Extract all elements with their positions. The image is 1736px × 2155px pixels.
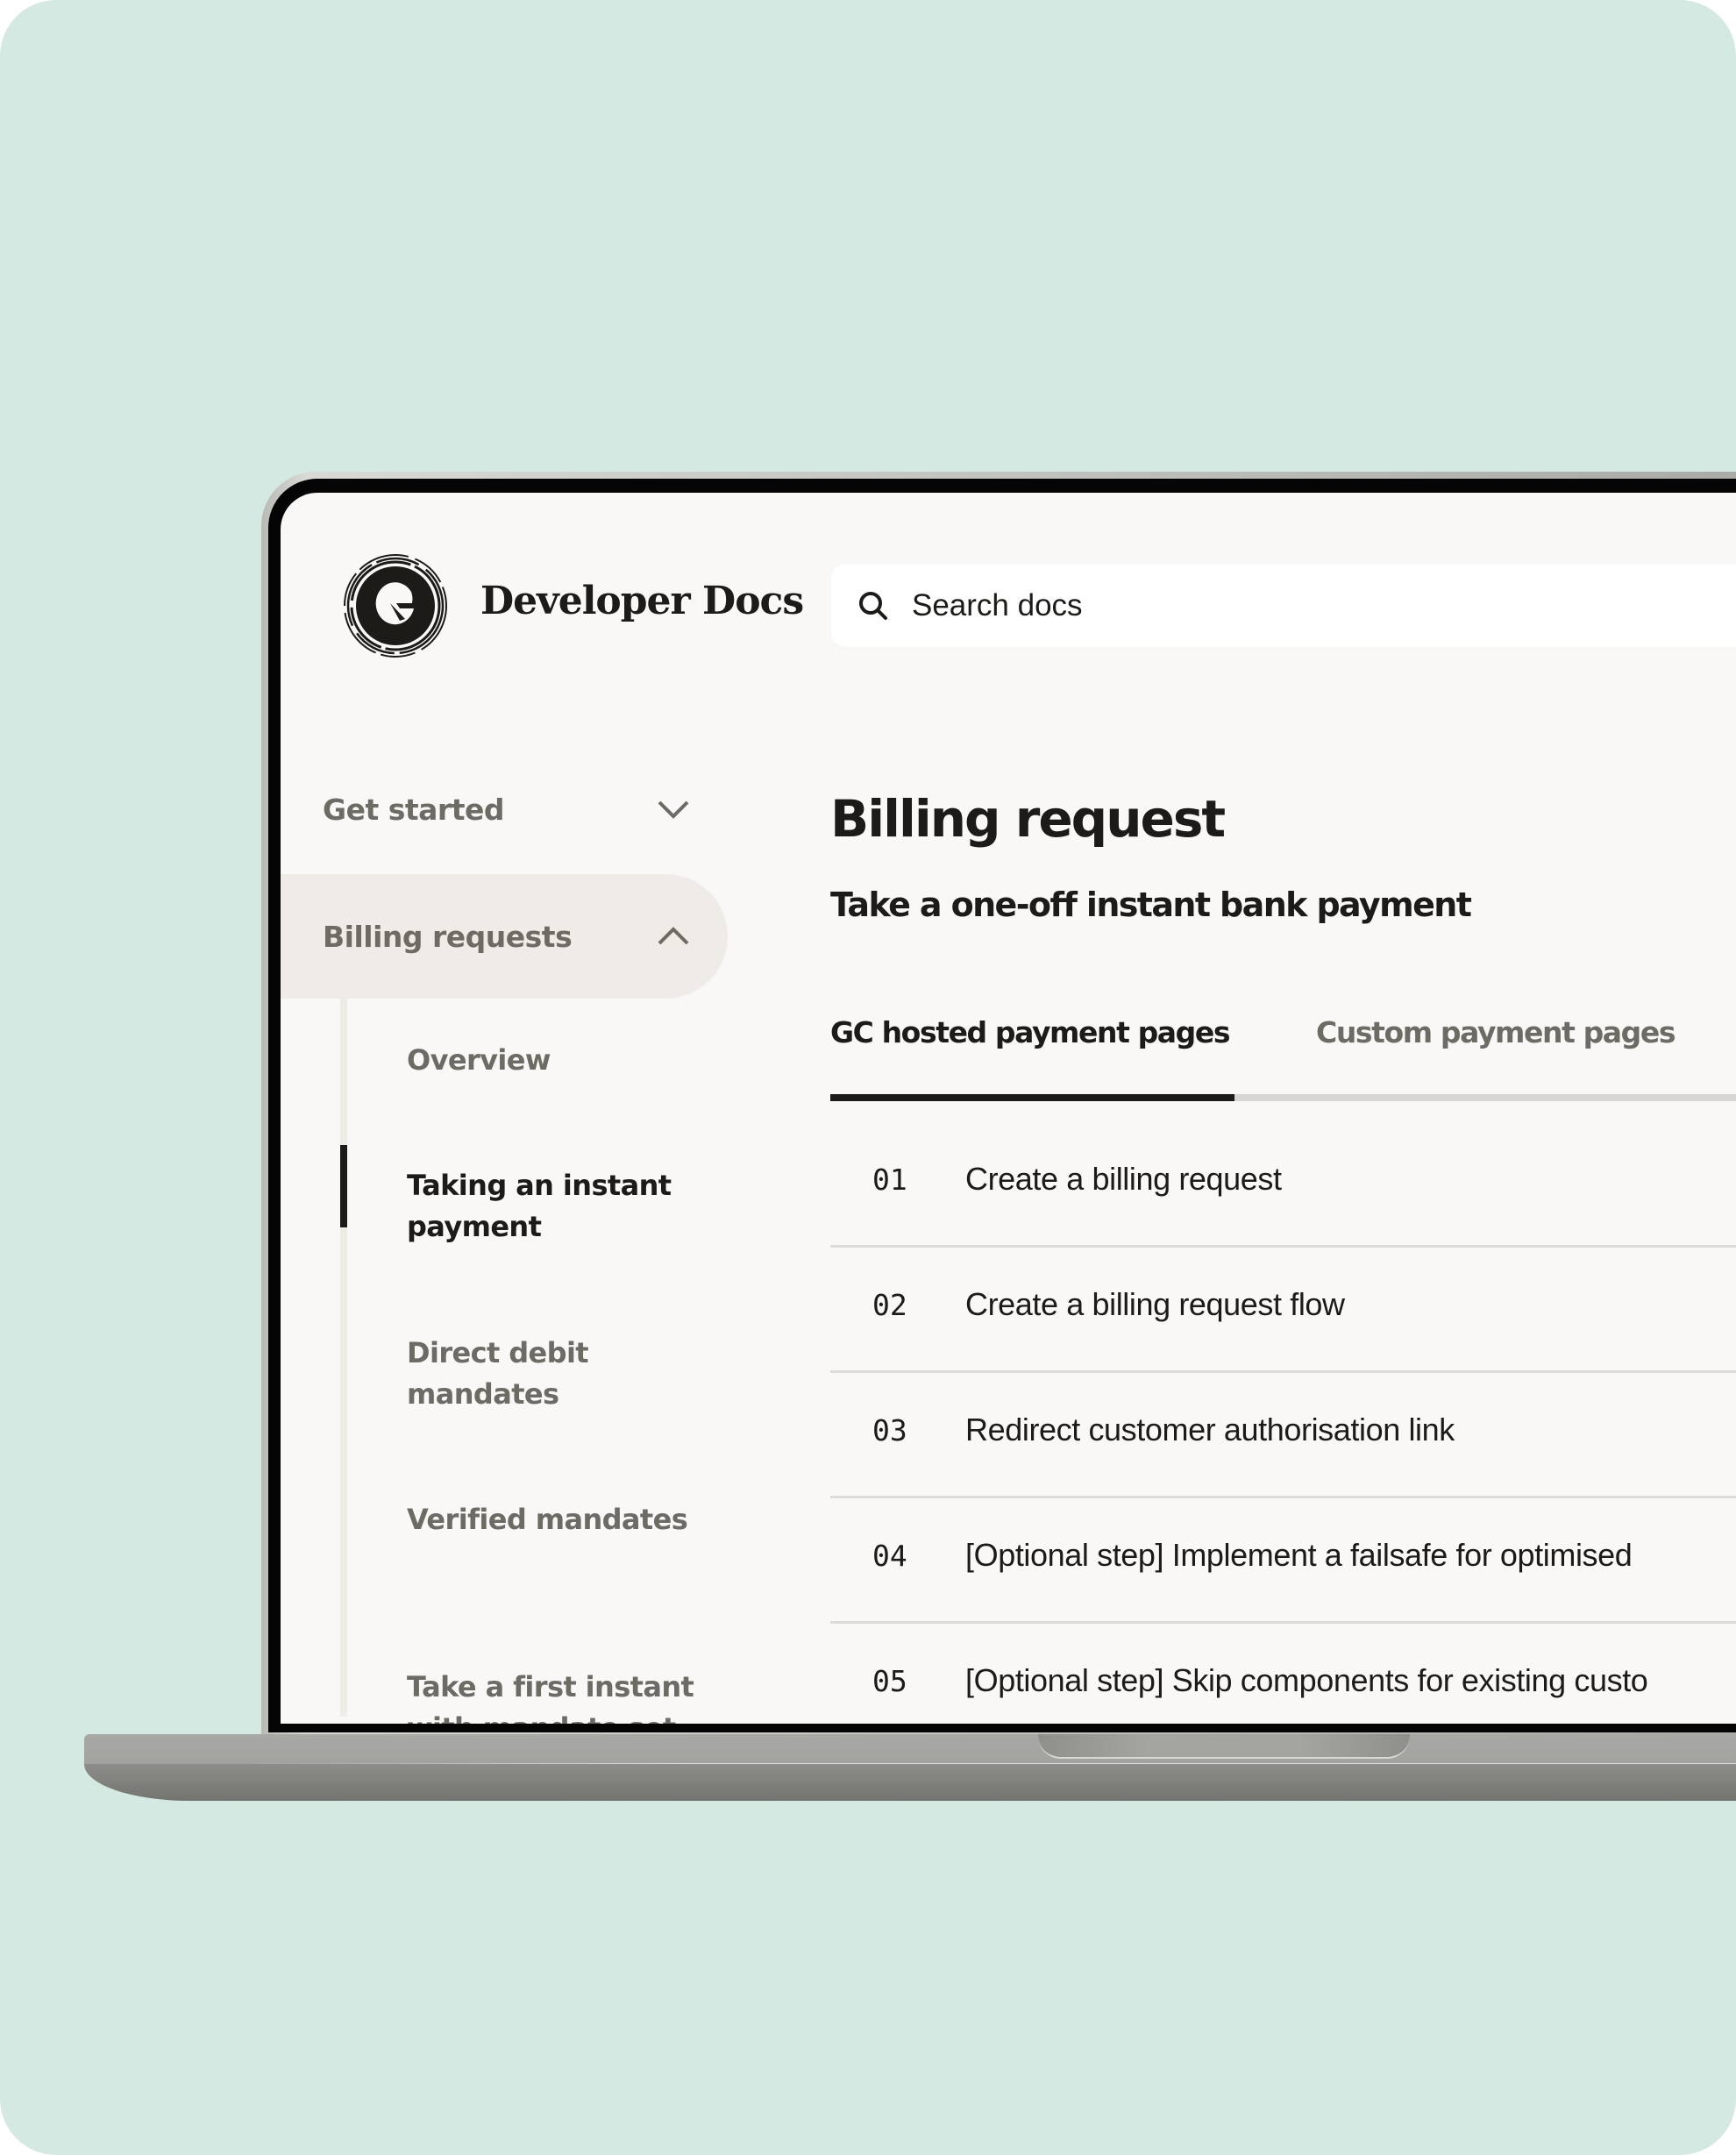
step-text: [Optional step] Skip components for exis…: [965, 1662, 1648, 1698]
laptop-base-top: [84, 1734, 1736, 1764]
step-item[interactable]: 03 Redirect customer authorisation link: [830, 1373, 1736, 1498]
sidebar-subnav-track: [340, 998, 347, 1717]
sidebar-section-get-started[interactable]: Get started: [281, 747, 728, 871]
tab-custom-payment-pages[interactable]: Custom payment pages: [1316, 1015, 1676, 1049]
step-text: Redirect customer authorisation link: [965, 1412, 1455, 1447]
sidebar-item-verified-mandates[interactable]: Verified mandates: [407, 1499, 705, 1540]
search-input[interactable]: [912, 584, 1701, 628]
step-number: 02: [872, 1288, 907, 1322]
step-number: 04: [872, 1539, 907, 1573]
sidebar-item-direct-debit-mandates[interactable]: Direct debit mandates: [407, 1333, 705, 1415]
search-icon: [859, 592, 887, 620]
page-subtitle: Take a one-off instant bank payment: [830, 885, 1472, 924]
sidebar-item-take-a-first-instant[interactable]: Take a first instant with mandate set: [407, 1667, 705, 1724]
sidebar-item-taking-an-instant-payment[interactable]: Taking an instant payment: [407, 1165, 705, 1248]
tab-underline-active: [830, 1094, 1234, 1101]
step-number: 05: [872, 1664, 907, 1698]
background-card: Developer Docs Get started Billing reque…: [0, 0, 1736, 2155]
step-item[interactable]: 04 [Optional step] Implement a failsafe …: [830, 1498, 1736, 1624]
step-text: Create a billing request: [965, 1161, 1282, 1197]
step-text: [Optional step] Implement a failsafe for…: [965, 1537, 1633, 1573]
sidebar-item-overview[interactable]: Overview: [407, 1040, 705, 1081]
laptop-screen: Developer Docs Get started Billing reque…: [281, 493, 1736, 1724]
step-number: 01: [872, 1163, 907, 1197]
laptop-opening-notch: [1038, 1734, 1410, 1759]
sidebar-section-label: Get started: [323, 792, 504, 827]
step-item[interactable]: 01 Create a billing request: [830, 1122, 1736, 1248]
step-number: 03: [872, 1413, 907, 1447]
gocardless-logo-icon[interactable]: [342, 552, 449, 659]
step-item[interactable]: 02 Create a billing request flow: [830, 1248, 1736, 1373]
sidebar-active-indicator: [340, 1145, 347, 1227]
page-title: Billing request: [830, 789, 1226, 849]
chevron-up-icon: [658, 927, 689, 945]
laptop-base-bottom: [84, 1764, 1736, 1801]
sidebar-section-billing-requests[interactable]: Billing requests: [281, 874, 728, 999]
step-text: Create a billing request flow: [965, 1286, 1345, 1322]
search-box[interactable]: [831, 565, 1736, 647]
tab-gc-hosted-payment-pages[interactable]: GC hosted payment pages: [830, 1015, 1231, 1049]
site-title: Developer Docs: [480, 579, 804, 623]
sidebar-section-label: Billing requests: [323, 919, 573, 954]
step-item[interactable]: 05 [Optional step] Skip components for e…: [830, 1624, 1736, 1724]
chevron-down-icon: [658, 800, 689, 819]
